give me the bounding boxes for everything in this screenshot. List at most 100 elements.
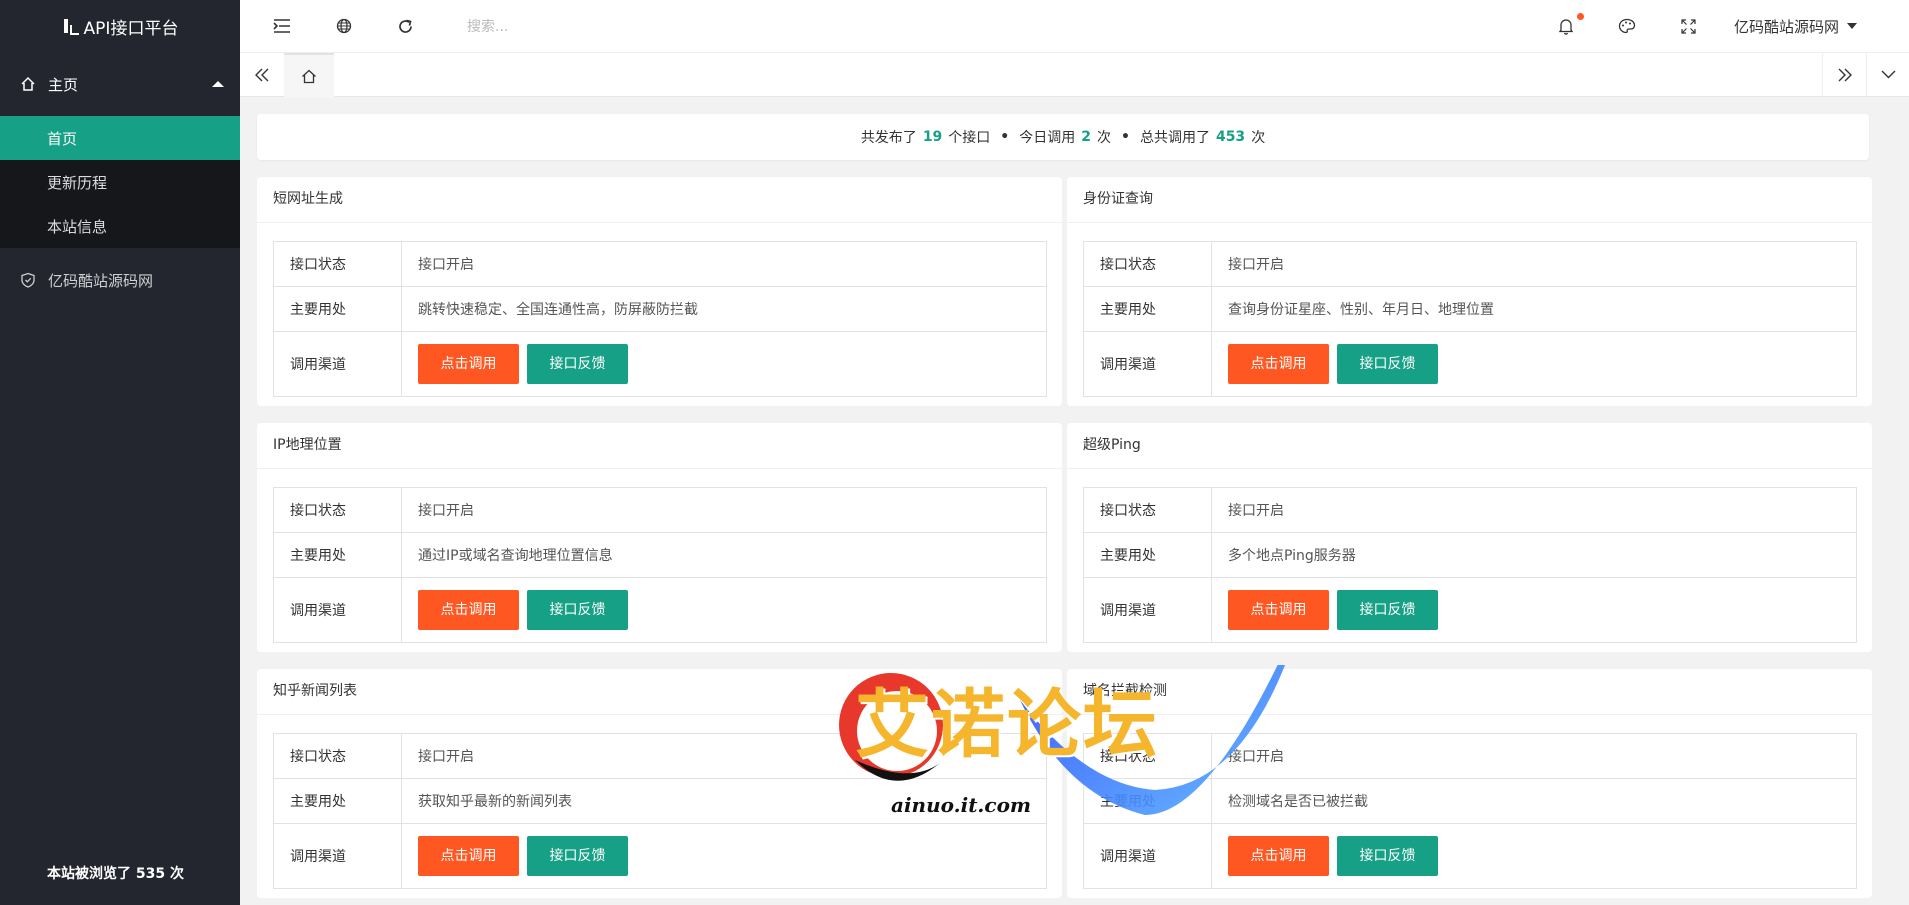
- usage-value: 通过IP或域名查询地理位置信息: [401, 532, 1047, 578]
- api-card: 短网址生成 接口状态 接口开启 主要用处 跳转快速稳定、全国连通性高，防屏蔽防拦截 …: [257, 177, 1062, 406]
- nav-group-home[interactable]: 主页: [0, 52, 240, 116]
- visit-counter: 本站被浏览了 535 次: [47, 866, 184, 882]
- summary-separator: •: [1121, 129, 1130, 145]
- status-value: 接口开启: [1211, 733, 1857, 779]
- card-table: 接口状态 接口开启 主要用处 多个地点Ping服务器 调用渠道 点击调用 接口反馈: [1083, 487, 1857, 643]
- call-button[interactable]: 点击调用: [1228, 836, 1329, 876]
- user-menu[interactable]: 亿码酷站源码网: [1734, 0, 1857, 52]
- call-button[interactable]: 点击调用: [1228, 344, 1329, 384]
- channel-label: 调用渠道: [273, 577, 402, 643]
- call-button[interactable]: 点击调用: [418, 590, 519, 630]
- status-value: 接口开启: [401, 241, 1047, 287]
- status-value: 接口开启: [401, 733, 1047, 779]
- total-count: 453: [1215, 129, 1246, 145]
- api-card: IP地理位置 接口状态 接口开启 主要用处 通过IP或域名查询地理位置信息 调用渠道…: [257, 423, 1062, 652]
- status-value: 接口开启: [1211, 241, 1857, 287]
- card-table: 接口状态 接口开启 主要用处 获取知乎最新的新闻列表 调用渠道 点击调用 接口反馈: [273, 733, 1047, 889]
- subnav: 首页 更新历程 本站信息: [0, 116, 240, 248]
- feedback-button[interactable]: 接口反馈: [1337, 836, 1438, 876]
- usage-label: 主要用处: [273, 286, 402, 332]
- call-button[interactable]: 点击调用: [418, 344, 519, 384]
- sidebar-item-label: 首页: [47, 129, 78, 148]
- tabs-scroll-right-icon[interactable]: [1822, 53, 1867, 96]
- sidebar-item-site[interactable]: 亿码酷站源码网: [0, 248, 240, 312]
- usage-value: 查询身份证星座、性别、年月日、地理位置: [1211, 286, 1857, 332]
- call-button[interactable]: 点击调用: [1228, 590, 1329, 630]
- status-label: 接口状态: [273, 487, 402, 533]
- search-input[interactable]: [465, 14, 769, 40]
- published-count: 19: [922, 129, 943, 145]
- usage-value: 获取知乎最新的新闻列表: [401, 778, 1047, 824]
- usage-label: 主要用处: [1083, 532, 1212, 578]
- status-value: 接口开启: [1211, 487, 1857, 533]
- card-title: 身份证查询: [1067, 177, 1872, 223]
- summary-text: 次: [1251, 130, 1266, 146]
- feedback-button[interactable]: 接口反馈: [1337, 590, 1438, 630]
- feedback-button[interactable]: 接口反馈: [527, 344, 628, 384]
- refresh-icon[interactable]: [385, 0, 425, 52]
- api-card: 超级Ping 接口状态 接口开启 主要用处 多个地点Ping服务器 调用渠道 点击调用…: [1067, 423, 1872, 652]
- card-table: 接口状态 接口开启 主要用处 检测域名是否已被拦截 调用渠道 点击调用 接口反馈: [1083, 733, 1857, 889]
- feedback-button[interactable]: 接口反馈: [527, 836, 628, 876]
- summary-separator: •: [1000, 129, 1010, 145]
- channel-label: 调用渠道: [273, 823, 402, 889]
- notification-bell-icon[interactable]: [1546, 0, 1586, 52]
- call-button[interactable]: 点击调用: [418, 836, 519, 876]
- sidebar-item-label: 本站信息: [47, 217, 108, 236]
- stats-summary: 共发布了 19 个接口 • 今日调用 2 次 • 总共调用了 453 次: [257, 114, 1869, 160]
- card-title: 超级Ping: [1067, 423, 1872, 469]
- globe-icon[interactable]: [324, 0, 364, 52]
- status-label: 接口状态: [273, 733, 402, 779]
- status-value: 接口开启: [401, 487, 1047, 533]
- usage-label: 主要用处: [273, 778, 402, 824]
- tabs-scroll-left-icon[interactable]: [240, 53, 285, 96]
- tabs-menu-chevron-down-icon[interactable]: [1866, 53, 1909, 96]
- app-logo-text: API接口平台: [83, 18, 179, 39]
- card-title: 知乎新闻列表: [257, 669, 1062, 715]
- theme-palette-icon[interactable]: [1607, 0, 1647, 52]
- sidebar-item-site-info[interactable]: 本站信息: [0, 204, 240, 248]
- card-table: 接口状态 接口开启 主要用处 查询身份证星座、性别、年月日、地理位置 调用渠道 点击调…: [1083, 241, 1857, 397]
- card-table: 接口状态 接口开启 主要用处 通过IP或域名查询地理位置信息 调用渠道 点击调用 接口反…: [273, 487, 1047, 643]
- menu-toggle-icon[interactable]: [262, 0, 302, 52]
- card-table: 接口状态 接口开启 主要用处 跳转快速稳定、全国连通性高，防屏蔽防拦截 调用渠道 点击…: [273, 241, 1047, 397]
- logo-icon: [62, 17, 79, 35]
- home-icon: [20, 76, 36, 92]
- nav-group-label: 主页: [48, 75, 79, 94]
- caret-up-icon: [212, 81, 224, 87]
- fullscreen-icon[interactable]: [1668, 0, 1708, 52]
- card-title: IP地理位置: [257, 423, 1062, 469]
- channel-label: 调用渠道: [1083, 331, 1212, 397]
- today-count: 2: [1081, 129, 1091, 145]
- api-card: 身份证查询 接口状态 接口开启 主要用处 查询身份证星座、性别、年月日、地理位置 调…: [1067, 177, 1872, 406]
- sidebar-item-changelog[interactable]: 更新历程: [0, 160, 240, 204]
- feedback-button[interactable]: 接口反馈: [1337, 344, 1438, 384]
- summary-text: 共发布了: [860, 130, 917, 146]
- channel-label: 调用渠道: [273, 331, 402, 397]
- tabs-bar: [240, 53, 1909, 98]
- api-card: 域名拦截检测 接口状态 接口开启 主要用处 检测域名是否已被拦截 调用渠道 点击调用接…: [1067, 669, 1872, 898]
- usage-value: 跳转快速稳定、全国连通性高，防屏蔽防拦截: [401, 286, 1047, 332]
- usage-value: 多个地点Ping服务器: [1211, 532, 1857, 578]
- sidebar: API接口平台 主页 首页 更新历程 本站信息 亿码酷站源码网 本站被浏览了 5…: [0, 0, 240, 905]
- status-label: 接口状态: [1083, 487, 1212, 533]
- feedback-button[interactable]: 接口反馈: [527, 590, 628, 630]
- usage-label: 主要用处: [273, 532, 402, 578]
- summary-text: 今日调用: [1019, 130, 1076, 146]
- tab-home[interactable]: [284, 53, 334, 98]
- shield-icon: [20, 272, 36, 288]
- home-tab-icon: [302, 69, 316, 84]
- app-logo[interactable]: API接口平台: [0, 0, 240, 52]
- status-label: 接口状态: [1083, 241, 1212, 287]
- card-title: 短网址生成: [257, 177, 1062, 223]
- channel-label: 调用渠道: [1083, 823, 1212, 889]
- status-label: 接口状态: [273, 241, 402, 287]
- card-title: 域名拦截检测: [1067, 669, 1872, 715]
- sidebar-site-label: 亿码酷站源码网: [48, 271, 154, 290]
- notification-dot: [1577, 12, 1584, 20]
- sidebar-item-label: 更新历程: [47, 173, 108, 192]
- usage-label: 主要用处: [1083, 286, 1212, 332]
- top-header: 亿码酷站源码网: [240, 0, 1909, 53]
- user-name: 亿码酷站源码网: [1733, 17, 1839, 36]
- sidebar-item-home[interactable]: 首页: [0, 116, 240, 160]
